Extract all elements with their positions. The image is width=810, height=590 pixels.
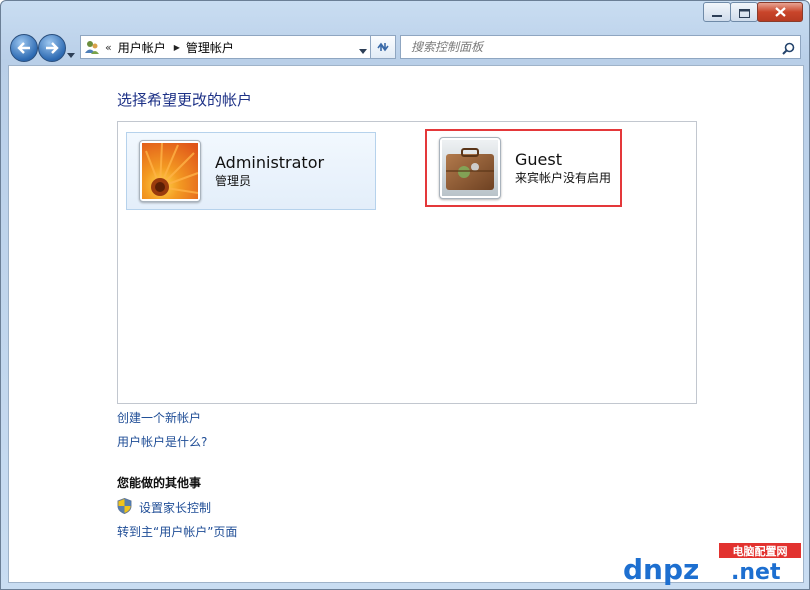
search-icon[interactable] xyxy=(782,40,795,59)
other-tasks-heading: 您能做的其他事 xyxy=(117,476,202,490)
minimize-icon xyxy=(712,3,722,22)
account-name: Administrator xyxy=(215,152,325,172)
back-arrow-icon xyxy=(17,39,31,58)
close-button[interactable] xyxy=(757,2,803,22)
search-input[interactable] xyxy=(409,39,773,55)
account-text: Guest 来宾帐户没有启用 xyxy=(515,150,611,187)
flower-avatar xyxy=(139,140,201,202)
address-dropdown-icon[interactable] xyxy=(359,43,367,57)
account-tile-guest[interactable]: Guest 来宾帐户没有启用 xyxy=(425,129,622,207)
breadcrumb-manage-accounts[interactable]: 管理帐户 xyxy=(186,39,234,56)
parental-controls-link[interactable]: 设置家长控制 xyxy=(139,499,211,516)
accounts-panel: Administrator 管理员 Guest 来宾帐户没有启用 xyxy=(117,121,697,404)
suitcase-avatar xyxy=(439,137,501,199)
watermark-brand: dnpz xyxy=(623,553,699,585)
account-type: 管理员 xyxy=(215,173,252,188)
title-bar xyxy=(1,1,809,31)
close-icon xyxy=(774,7,786,17)
navigation-bar: « 用户帐户 ▶ 管理帐户 xyxy=(1,31,809,65)
site-watermark: 电脑配置网 dnpz .net xyxy=(623,541,803,586)
breadcrumb-separator-icon[interactable]: ▶ xyxy=(174,43,180,52)
page-title: 选择希望更改的帐户 xyxy=(117,91,253,109)
back-button[interactable] xyxy=(10,34,38,62)
watermark-tag: 电脑配置网 xyxy=(733,544,788,558)
watermark-domain: .net xyxy=(731,560,781,585)
breadcrumb-user-accounts[interactable]: 用户帐户 xyxy=(118,39,166,56)
refresh-button[interactable] xyxy=(370,35,396,59)
what-is-user-account-link[interactable]: 用户帐户是什么? xyxy=(117,433,207,450)
maximize-button[interactable] xyxy=(730,2,758,22)
maximize-icon xyxy=(738,3,750,22)
recent-pages-dropdown-icon[interactable] xyxy=(67,43,75,62)
account-tile-administrator[interactable]: Administrator 管理员 xyxy=(126,132,376,210)
control-panel-window: « 用户帐户 ▶ 管理帐户 选择希望更改的帐户 xyxy=(0,0,810,590)
address-overflow-chevron[interactable]: « xyxy=(105,41,112,54)
account-status: 来宾帐户没有启用 xyxy=(515,170,612,185)
refresh-icon xyxy=(376,38,390,57)
forward-arrow-icon xyxy=(45,39,59,58)
search-box[interactable] xyxy=(400,35,801,59)
content-area: 选择希望更改的帐户 Administrator 管理员 Guest 来宾帐户没有… xyxy=(8,65,804,583)
user-accounts-icon xyxy=(84,39,100,55)
main-user-accounts-page-link[interactable]: 转到主“用户帐户”页面 xyxy=(117,523,237,540)
address-bar[interactable]: « 用户帐户 ▶ 管理帐户 xyxy=(80,35,371,59)
account-text: Administrator 管理员 xyxy=(215,153,324,190)
forward-button[interactable] xyxy=(38,34,66,62)
caption-buttons xyxy=(703,2,803,22)
create-account-link[interactable]: 创建一个新帐户 xyxy=(117,409,201,426)
uac-shield-icon xyxy=(117,497,132,518)
account-name: Guest xyxy=(515,149,562,169)
minimize-button[interactable] xyxy=(703,2,731,22)
